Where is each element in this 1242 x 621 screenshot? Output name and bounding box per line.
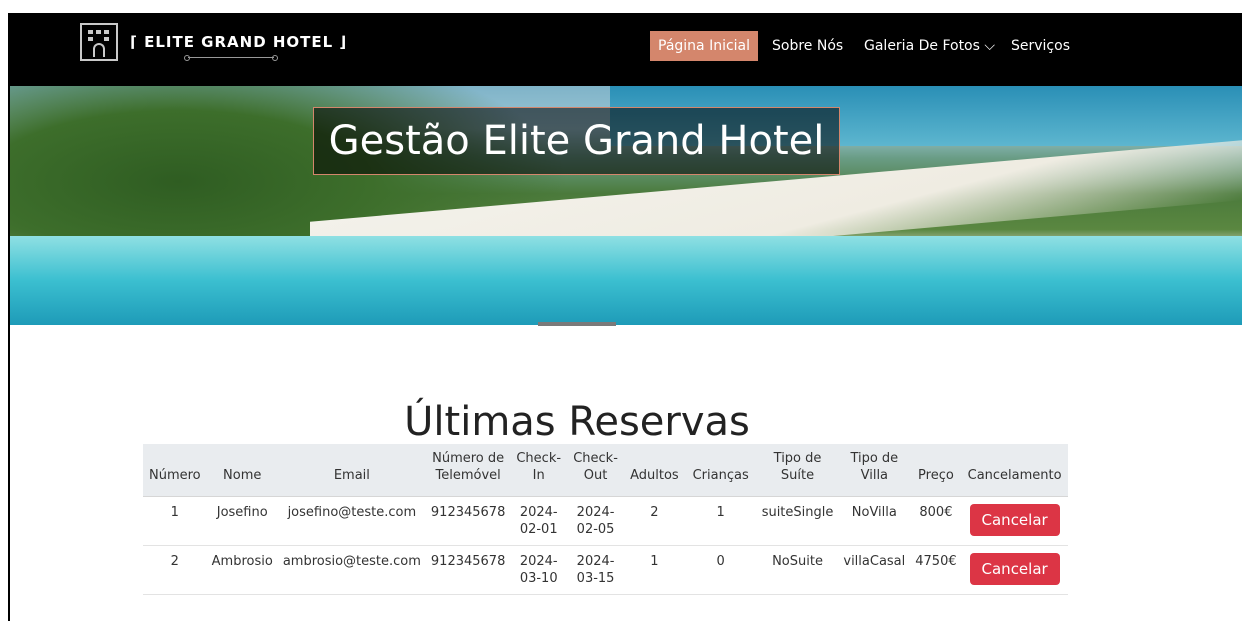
col-nome: Nome: [206, 444, 278, 497]
hero-banner: Gestão Elite Grand Hotel: [10, 86, 1242, 325]
col-email: Email: [277, 444, 426, 497]
cell-nome: Josefino: [206, 496, 278, 546]
col-checkout: Check-Out: [567, 444, 625, 497]
table-row: 1 Josefino josefino@teste.com 912345678 …: [143, 496, 1068, 546]
cell-telemovel: 912345678: [425, 545, 511, 595]
window-icon: [88, 37, 93, 41]
key-ornament-icon: [184, 55, 278, 61]
top-margin: [0, 0, 1242, 13]
cell-email: josefino@teste.com: [277, 496, 426, 546]
cell-checkout: 2024-03-15: [567, 545, 625, 595]
navbar: ⌈ ELITE GRAND HOTEL ⌋ Página Inicial Sob…: [10, 13, 1242, 86]
table-header-row: Número Nome Email Número de Telemóvel Ch…: [143, 444, 1068, 497]
cell-numero: 1: [143, 496, 207, 546]
cell-telemovel: 912345678: [425, 496, 511, 546]
cell-adultos: 1: [624, 545, 685, 595]
hero-indicator[interactable]: [538, 322, 616, 326]
cell-checkout: 2024-02-05: [567, 496, 625, 546]
window-icon: [104, 30, 109, 34]
col-telemovel: Número de Telemóvel: [425, 444, 511, 497]
col-villa: Tipo de Villa: [838, 444, 911, 497]
brand-name[interactable]: ⌈ ELITE GRAND HOTEL ⌋: [130, 33, 347, 51]
cell-preco: 800€: [910, 496, 962, 546]
hero-sea: [10, 236, 1242, 325]
cell-cancel: Cancelar: [961, 545, 1068, 595]
nav-gallery[interactable]: Galeria De Fotos ⌵: [864, 31, 995, 61]
nav-home[interactable]: Página Inicial: [650, 31, 759, 61]
window-icon: [88, 30, 93, 34]
cell-checkin: 2024-02-01: [510, 496, 568, 546]
reservations-table: Número Nome Email Número de Telemóvel Ch…: [143, 444, 1068, 595]
cell-email: ambrosio@teste.com: [277, 545, 426, 595]
nav-services[interactable]: Serviços: [1011, 31, 1070, 61]
cell-criancas: 0: [684, 545, 757, 595]
page: ⌈ ELITE GRAND HOTEL ⌋ Página Inicial Sob…: [0, 0, 1242, 621]
cell-numero: 2: [143, 545, 207, 595]
cell-checkin: 2024-03-10: [510, 545, 568, 595]
nav-about[interactable]: Sobre Nós: [772, 31, 843, 61]
cell-criancas: 1: [684, 496, 757, 546]
cell-adultos: 2: [624, 496, 685, 546]
col-criancas: Crianças: [684, 444, 757, 497]
door-icon: [93, 43, 105, 57]
cell-nome: Ambrosio: [206, 545, 278, 595]
hero-title: Gestão Elite Grand Hotel: [328, 118, 825, 164]
cell-villa: villaCasal: [838, 545, 911, 595]
col-cancelamento: Cancelamento: [961, 444, 1068, 497]
col-preco: Preço: [910, 444, 962, 497]
cell-preco: 4750€: [910, 545, 962, 595]
col-adultos: Adultos: [624, 444, 685, 497]
cell-villa: NoVilla: [838, 496, 911, 546]
cell-suite: suiteSingle: [756, 496, 839, 546]
window-icon: [96, 30, 101, 34]
table-row: 2 Ambrosio ambrosio@teste.com 912345678 …: [143, 545, 1068, 595]
col-suite: Tipo de Suíte: [756, 444, 839, 497]
cancel-button[interactable]: Cancelar: [969, 553, 1060, 585]
col-checkin: Check-In: [510, 444, 568, 497]
cancel-button[interactable]: Cancelar: [969, 504, 1060, 536]
cell-cancel: Cancelar: [961, 496, 1068, 546]
cell-suite: NoSuite: [756, 545, 839, 595]
hero-title-box: Gestão Elite Grand Hotel: [313, 107, 840, 175]
window-icon: [104, 37, 109, 41]
hotel-logo-icon[interactable]: [80, 23, 118, 61]
col-numero: Número: [143, 444, 207, 497]
section-title: Últimas Reservas: [404, 398, 750, 445]
